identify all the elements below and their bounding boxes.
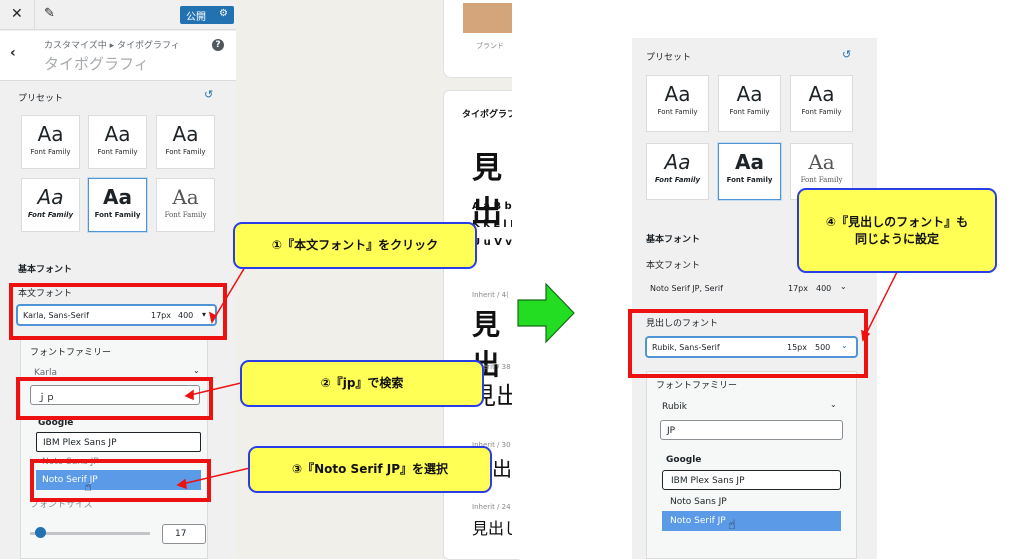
callout-step-4: ④『見出しのフォント』も 同じように設定 [797,188,997,273]
callout-step-4-line2: 同じように設定 [854,231,939,246]
callout-step-1: ①『本文フォント』をクリック [233,222,477,269]
callout-connectors [176,261,901,490]
callout-step-3-text: ③『Noto Serif JP』を選択 [291,462,449,477]
callout-step-2: ②『jp』で検索 [240,360,484,407]
callout-step-4-line1: ④『見出しのフォント』も [825,214,969,229]
callout-step-3: ③『Noto Serif JP』を選択 [248,446,492,493]
